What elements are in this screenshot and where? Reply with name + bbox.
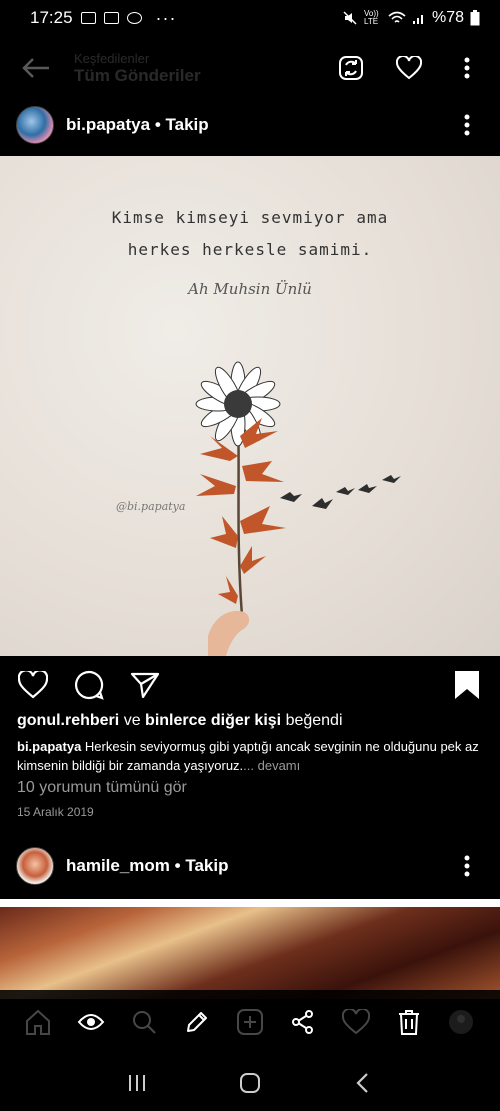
trash-icon[interactable] <box>392 1005 426 1039</box>
like-heart-icon[interactable] <box>16 668 50 702</box>
rotate-icon[interactable] <box>334 51 368 85</box>
mute-icon <box>343 11 357 25</box>
liked-by-others[interactable]: binlerce diğer kişi <box>145 712 281 729</box>
top-subtitle: Keşfedilenler <box>74 50 150 66</box>
pencil-icon[interactable] <box>180 1005 214 1039</box>
gallery-icon <box>126 12 142 24</box>
status-time: 17:25 <box>30 8 73 27</box>
follow-link[interactable]: • Takip <box>175 856 229 875</box>
post-username[interactable]: hamile_mom <box>66 856 170 875</box>
liked-by-user[interactable]: gonul.rehberi <box>17 712 119 729</box>
post-actions <box>0 662 500 708</box>
search-icon[interactable] <box>127 1005 161 1039</box>
wifi-icon <box>388 11 406 23</box>
post-header: bi.papatya • Takip <box>0 97 500 153</box>
post-image[interactable]: Kimse kimseyi sevmiyor ama herkes herkes… <box>0 156 500 656</box>
more-vertical-icon[interactable] <box>450 51 484 85</box>
view-comments-link[interactable]: 10 yorumun tümünü gör <box>17 779 187 797</box>
follow-link[interactable]: • Takip <box>155 115 209 134</box>
battery-level: %78 <box>431 9 464 26</box>
system-nav-bar <box>0 1054 500 1111</box>
battery-icon <box>470 10 480 26</box>
caption-more-link[interactable]: ... devamı <box>243 758 300 773</box>
signal-icon <box>412 15 423 24</box>
activity-heart-icon[interactable] <box>339 1005 373 1039</box>
eye-icon[interactable] <box>74 1005 108 1039</box>
more-vertical-icon[interactable] <box>450 849 484 883</box>
heart-icon[interactable] <box>392 51 426 85</box>
share-send-icon[interactable] <box>128 668 162 702</box>
daisy-illustration <box>195 361 401 656</box>
avatar[interactable] <box>16 106 54 144</box>
post-header-2: hamile_mom • Takip <box>0 838 500 894</box>
top-bar: Keşfedilenler Tüm Gönderiler <box>0 40 500 96</box>
recent-apps-icon[interactable] <box>120 1066 154 1100</box>
likes-line: gonul.rehberi ve binlerce diğer kişi beğ… <box>17 712 343 729</box>
volte-indicator: Vo)) LTE <box>363 9 379 26</box>
home-button-icon[interactable] <box>233 1066 267 1100</box>
back-nav-icon[interactable] <box>346 1066 380 1100</box>
sleep-icon <box>80 12 96 24</box>
more-vertical-icon[interactable] <box>450 108 484 142</box>
app-notification-icon <box>103 12 119 24</box>
share-icon[interactable] <box>286 1005 320 1039</box>
add-post-icon[interactable] <box>233 1005 267 1039</box>
top-title: Tüm Gönderiler <box>74 65 201 85</box>
post-caption: bi.papatya Herkesin seviyormuş gibi yapt… <box>17 737 483 775</box>
home-icon[interactable] <box>21 1005 55 1039</box>
post-image-2[interactable] <box>0 899 500 999</box>
more-notifications-icon: ··· <box>155 7 177 28</box>
screenshot-toolbar <box>0 990 500 1054</box>
status-bar: 17:25 ··· Vo)) LTE %78 <box>0 0 500 36</box>
profile-avatar-icon[interactable] <box>444 1005 478 1039</box>
post-username[interactable]: bi.papatya <box>66 115 150 134</box>
post-date: 15 Aralık 2019 <box>17 805 94 819</box>
avatar[interactable] <box>16 847 54 885</box>
bookmark-icon[interactable] <box>450 668 484 702</box>
comment-icon[interactable] <box>72 668 106 702</box>
caption-username[interactable]: bi.papatya <box>17 739 81 754</box>
back-arrow-icon[interactable] <box>16 48 56 88</box>
